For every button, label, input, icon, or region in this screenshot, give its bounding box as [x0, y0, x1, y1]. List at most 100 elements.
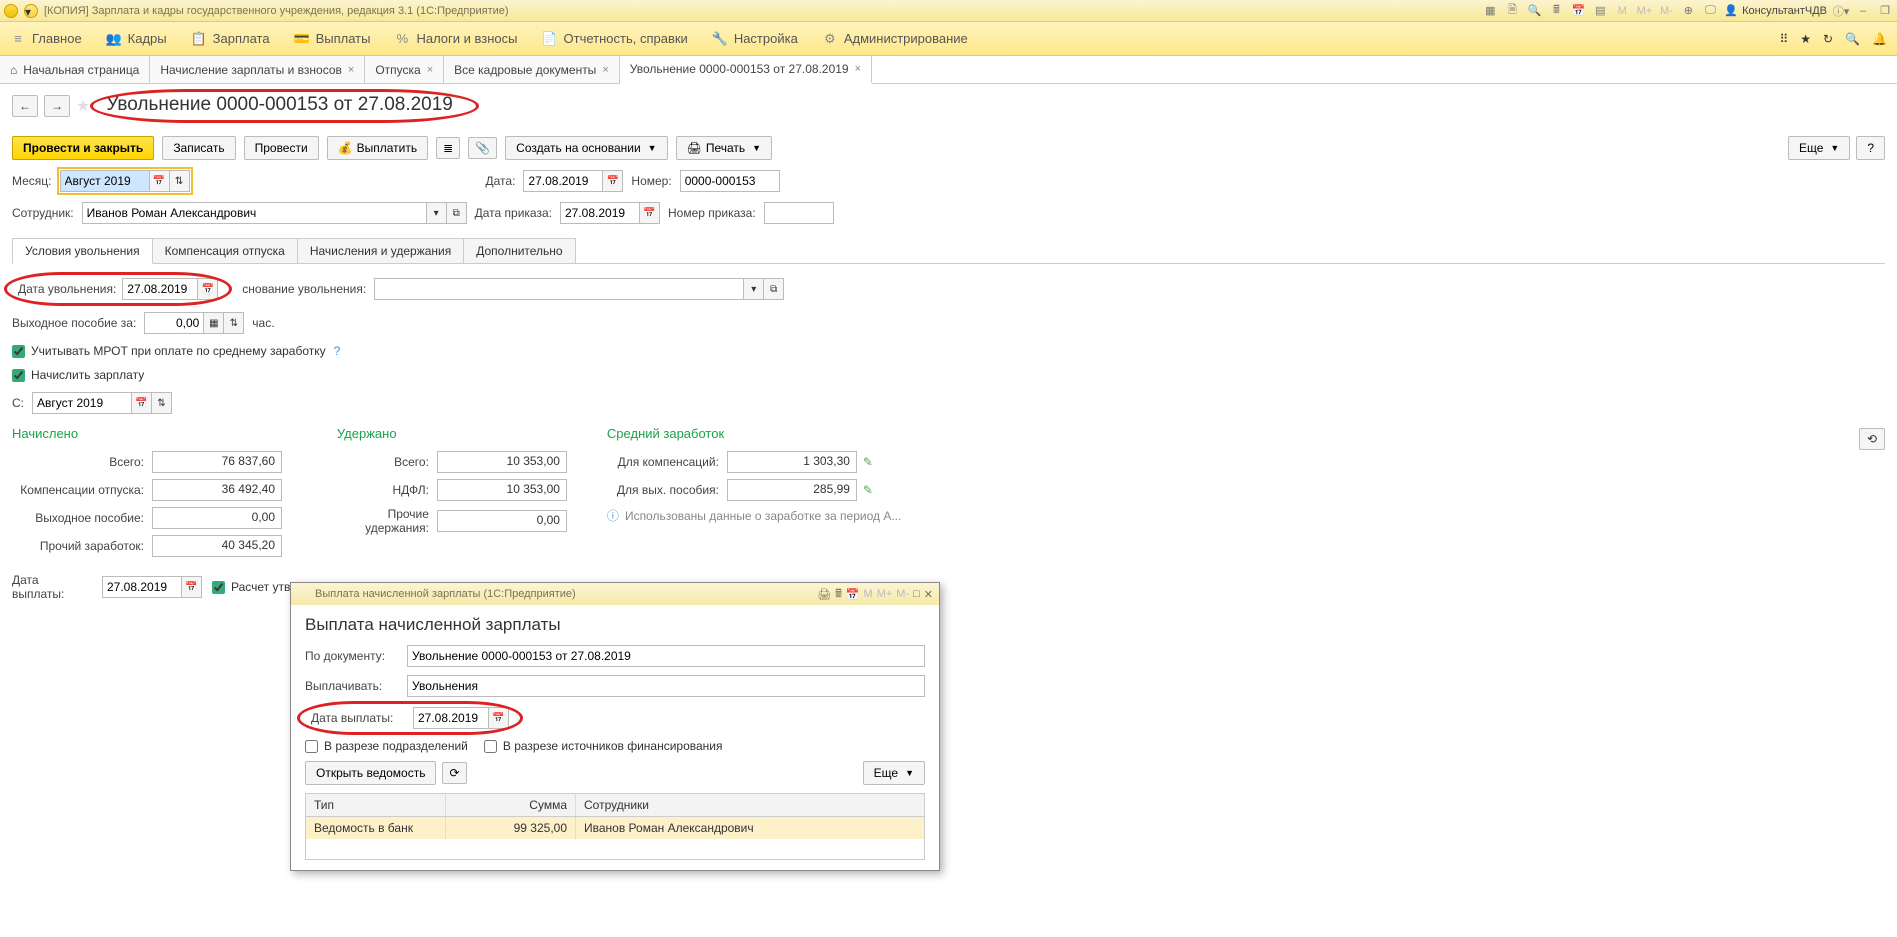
close-icon[interactable]: × — [602, 64, 608, 76]
close-icon[interactable]: × — [855, 63, 861, 75]
m-icon[interactable]: M — [864, 588, 873, 600]
close-icon[interactable]: × — [427, 64, 433, 76]
from-input[interactable] — [32, 392, 132, 414]
calendar-icon[interactable]: 📅 — [150, 170, 170, 192]
forward-button[interactable]: → — [44, 95, 70, 117]
monitor-icon[interactable]: 🖵 — [1702, 3, 1718, 19]
order-date-input[interactable] — [560, 202, 640, 224]
m-plus-icon[interactable]: M+ — [1636, 3, 1652, 19]
calc-icon[interactable]: ▦ — [204, 312, 224, 334]
globe-icon[interactable]: ⊕ — [1680, 3, 1696, 19]
edit-icon[interactable]: ✎ — [863, 455, 873, 469]
menu-admin[interactable]: ⚙Администрирование — [822, 31, 968, 47]
accrue-checkbox[interactable]: Начислить зарплату — [12, 368, 144, 382]
save-button[interactable]: Записать — [162, 136, 235, 160]
calendar-icon[interactable]: 📅 — [846, 588, 860, 601]
menu-reports[interactable]: 📄Отчетность, справки — [542, 31, 688, 47]
fire-date-input[interactable] — [122, 278, 198, 300]
more-button[interactable]: Еще▼ — [1788, 136, 1850, 160]
tab-dismissal[interactable]: Увольнение 0000-000153 от 27.08.2019× — [620, 56, 872, 84]
search-icon[interactable]: 🔍 — [1526, 3, 1542, 19]
calendar-icon[interactable]: 📅 — [132, 392, 152, 414]
history-icon[interactable]: ↻ — [1823, 32, 1833, 46]
apps-icon[interactable]: ⠿ — [1779, 32, 1788, 46]
calendar-icon[interactable]: 📅 — [603, 170, 623, 192]
stepper-icon[interactable]: ⇅ — [224, 312, 244, 334]
menu-settings[interactable]: 🔧Настройка — [712, 31, 798, 47]
star-icon[interactable]: ★ — [1800, 32, 1811, 46]
calc-approved-checkbox[interactable]: Расчет утве — [212, 580, 297, 594]
tab-vacations[interactable]: Отпуска× — [365, 56, 444, 83]
menu-hr[interactable]: 👥Кадры — [106, 31, 167, 47]
restore-icon[interactable]: ❐ — [1877, 3, 1893, 19]
open-icon[interactable]: ⧉ — [764, 278, 784, 300]
col-emp[interactable]: Сотрудники — [576, 794, 924, 816]
date-input[interactable] — [523, 170, 603, 192]
menu-main[interactable]: ≡Главное — [10, 31, 82, 47]
user-indicator[interactable]: 👤 КонсультантЧДВ — [1724, 4, 1827, 17]
split-dept-checkbox[interactable]: В разрезе подразделений — [305, 739, 468, 753]
print-button[interactable]: 🖨Печать▼ — [676, 136, 772, 160]
create-based-button[interactable]: Создать на основании▼ — [505, 136, 667, 160]
pay-input[interactable] — [407, 675, 925, 697]
order-num-input[interactable] — [764, 202, 834, 224]
print-icon[interactable]: 🖨 — [817, 588, 831, 601]
close-icon[interactable]: × — [348, 64, 354, 76]
calendar-icon[interactable]: 📅 — [489, 707, 509, 729]
table-row[interactable]: Ведомость в банк 99 325,00 Иванов Роман … — [306, 817, 924, 839]
pay-button[interactable]: 💰Выплатить — [327, 136, 428, 160]
subtab-conditions[interactable]: Условия увольнения — [12, 238, 153, 264]
split-src-checkbox[interactable]: В разрезе источников финансирования — [484, 739, 723, 753]
list-button[interactable]: ≣ — [436, 137, 460, 159]
tab-payroll[interactable]: Начисление зарплаты и взносов× — [150, 56, 365, 83]
search-icon[interactable]: 🔍 — [1845, 32, 1860, 46]
calendar-icon[interactable]: 📅 — [198, 278, 218, 300]
m-minus-icon[interactable]: M- — [1658, 3, 1674, 19]
refresh-button[interactable]: ⟳ — [442, 762, 466, 784]
post-button[interactable]: Провести — [244, 136, 319, 160]
calc-icon[interactable]: 🖩 — [1548, 3, 1564, 19]
by-doc-input[interactable] — [407, 645, 925, 667]
grid-icon[interactable]: ▦ — [1482, 3, 1498, 19]
tab-home[interactable]: ⌂Начальная страница — [0, 56, 150, 83]
help-icon[interactable]: ? — [334, 344, 341, 358]
menu-payments[interactable]: 💳Выплаты — [294, 31, 371, 47]
refresh-button[interactable]: ⟲ — [1859, 428, 1885, 450]
menu-taxes[interactable]: %Налоги и взносы — [394, 31, 517, 47]
maximize-icon[interactable]: □ — [913, 588, 920, 600]
m-plus-icon[interactable]: M+ — [877, 588, 893, 600]
favorite-star-icon[interactable]: ★ — [76, 96, 90, 116]
attach-button[interactable]: 📎 — [468, 137, 497, 159]
stepper-icon[interactable]: ⇅ — [170, 170, 190, 192]
subtab-additional[interactable]: Дополнительно — [463, 238, 575, 263]
reason-input[interactable] — [374, 278, 744, 300]
employee-input[interactable] — [82, 202, 427, 224]
m-minus-icon[interactable]: M- — [896, 588, 909, 600]
dropdown-icon[interactable]: ▾ — [24, 4, 38, 18]
col-type[interactable]: Тип — [306, 794, 446, 816]
minimize-icon[interactable]: – — [1855, 3, 1871, 19]
paydate-input[interactable] — [102, 576, 182, 598]
number-input[interactable] — [680, 170, 780, 192]
edit-icon[interactable]: ✎ — [863, 483, 873, 497]
info-icon[interactable]: ⓘ▾ — [1833, 3, 1849, 19]
chevron-down-icon[interactable]: ▾ — [427, 202, 447, 224]
calendar-icon[interactable]: 📅 — [640, 202, 660, 224]
stepper-icon[interactable]: ⇅ — [152, 392, 172, 414]
calc-icon[interactable]: 🖩 — [835, 585, 842, 604]
table-icon[interactable]: ▤ — [1592, 3, 1608, 19]
col-sum[interactable]: Сумма — [446, 794, 576, 816]
chevron-down-icon[interactable]: ▾ — [744, 278, 764, 300]
dialog-paydate-input[interactable] — [413, 707, 489, 729]
dialog-more-button[interactable]: Еще▼ — [863, 761, 925, 785]
save-close-button[interactable]: Провести и закрыть — [12, 136, 154, 160]
close-icon[interactable]: ✕ — [924, 588, 933, 601]
help-button[interactable]: ? — [1856, 136, 1885, 160]
calendar-icon[interactable]: 📅 — [1570, 3, 1586, 19]
mrot-checkbox[interactable]: Учитывать МРОТ при оплате по среднему за… — [12, 344, 326, 358]
severance-input[interactable] — [144, 312, 204, 334]
subtab-accruals[interactable]: Начисления и удержания — [297, 238, 464, 263]
m-icon[interactable]: M — [1614, 3, 1630, 19]
tab-hr-docs[interactable]: Все кадровые документы× — [444, 56, 620, 83]
month-combo[interactable]: 📅 ⇅ — [60, 170, 190, 192]
